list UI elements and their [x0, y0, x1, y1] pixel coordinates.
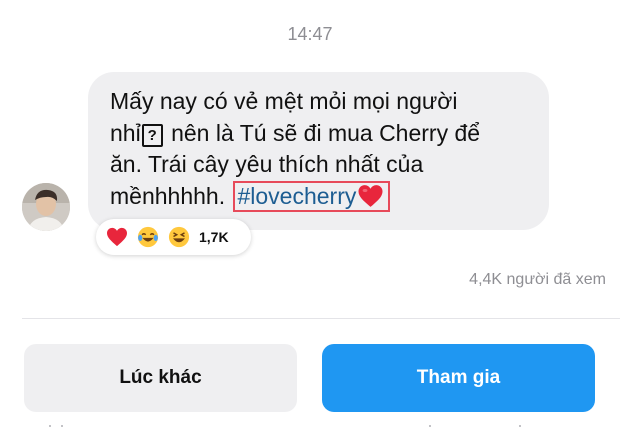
laughing-emoji-icon — [168, 226, 190, 248]
joy-emoji-icon — [137, 226, 159, 248]
message-timestamp: 14:47 — [287, 24, 333, 44]
message-line: mềnhhhhh. #lovecherry — [110, 180, 529, 213]
later-button[interactable]: Lúc khác — [24, 344, 297, 412]
divider — [22, 318, 620, 319]
message-line: nhỉ? nên là Tú sẽ đi mua Cherry để — [110, 118, 529, 150]
message-line: ăn. Trái cây yêu thích nhất của — [110, 151, 424, 177]
message-text: nên là Tú sẽ đi mua Cherry để — [164, 119, 481, 146]
avatar[interactable] — [22, 183, 70, 231]
hashtag-highlight: #lovecherry — [233, 180, 391, 212]
reaction-count: 1,7K — [199, 229, 229, 245]
join-button[interactable]: Tham gia — [322, 344, 595, 412]
avatar-photo-icon — [22, 183, 70, 231]
message-text: mềnhhhhh. — [110, 182, 232, 209]
message-text: nhỉ — [110, 119, 141, 146]
message-line: Mấy nay có vẻ mệt mỏi mọi người — [110, 88, 458, 114]
question-box-icon: ? — [141, 123, 163, 147]
hashtag-link[interactable]: #lovecherry — [237, 183, 356, 209]
message-bubble[interactable]: Mấy nay có vẻ mệt mỏi mọi người nhỉ? nên… — [88, 72, 549, 230]
heart-icon — [358, 184, 383, 207]
heart-icon — [106, 227, 128, 247]
view-count: 4,4K người đã xem — [469, 271, 606, 288]
reactions-bar[interactable]: 1,7K — [96, 219, 251, 255]
